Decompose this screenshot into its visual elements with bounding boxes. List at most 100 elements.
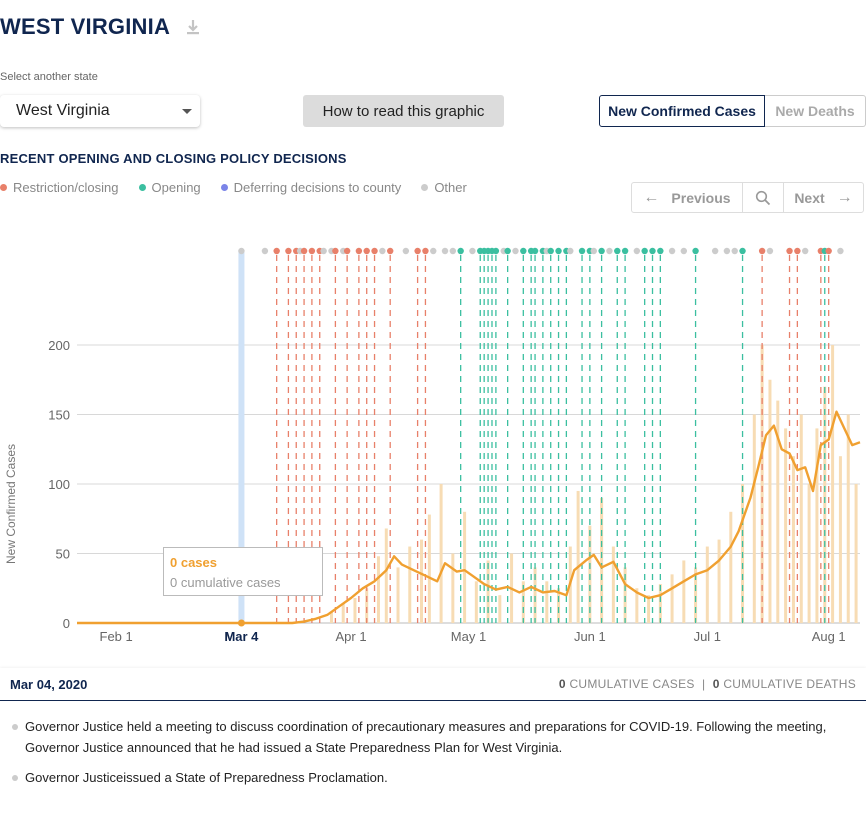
case-bar bbox=[408, 546, 412, 623]
case-bar bbox=[376, 556, 380, 623]
policy-marker bbox=[641, 247, 648, 255]
policy-marker bbox=[598, 247, 605, 255]
cases-chart[interactable]: 050100150200Feb 1 M Apr 1 May 1 Jun 1 Jul 1 Au… bbox=[0, 236, 866, 666]
case-bar bbox=[784, 428, 788, 623]
case-bar bbox=[463, 511, 467, 623]
policy-marker bbox=[786, 247, 793, 255]
legend-item-other: Other bbox=[421, 180, 467, 195]
policy-marker bbox=[657, 247, 664, 255]
bullet-icon bbox=[12, 724, 18, 730]
policy-marker bbox=[520, 247, 527, 255]
event-text: Governor Justice held a meeting to discu… bbox=[25, 719, 827, 755]
policy-marker bbox=[590, 247, 597, 255]
new-confirmed-cases-toggle[interactable]: New Confirmed Cases bbox=[599, 95, 765, 127]
selected-date-bar: Mar 04, 2020 0 CUMULATIVE CASES | 0 CUMU… bbox=[0, 668, 866, 701]
download-icon[interactable] bbox=[184, 17, 202, 37]
policy-marker bbox=[614, 247, 621, 255]
policy-marker bbox=[379, 247, 386, 255]
legend-label: Deferring decisions to county bbox=[233, 180, 402, 195]
legend-dot bbox=[220, 184, 228, 191]
y-tick-label: 200 bbox=[48, 338, 70, 353]
case-bar bbox=[384, 528, 388, 623]
policy-marker bbox=[457, 247, 464, 255]
x-tick-label: Apr 1 bbox=[336, 629, 367, 644]
policy-marker bbox=[261, 247, 269, 255]
legend-item-deferring: Deferring decisions to county bbox=[220, 180, 402, 195]
legend-dot bbox=[421, 184, 429, 191]
case-bar bbox=[576, 490, 580, 623]
policy-legend: Restriction/closing Opening Deferring de… bbox=[0, 180, 487, 195]
arrow-right-icon: → bbox=[836, 188, 853, 206]
state-select-value: West Virginia bbox=[16, 102, 110, 119]
case-bar bbox=[365, 588, 369, 623]
y-tick-label: 100 bbox=[48, 477, 70, 492]
event-item: Governor Justice held a meeting to discu… bbox=[0, 716, 866, 758]
y-tick-label: 0 bbox=[63, 616, 70, 631]
policy-marker bbox=[285, 247, 292, 255]
policy-marker bbox=[555, 247, 562, 255]
case-bar bbox=[807, 484, 811, 623]
bullet-icon bbox=[12, 775, 18, 781]
legend-label: Opening bbox=[151, 180, 201, 195]
policy-marker bbox=[567, 247, 574, 255]
how-to-read-button[interactable]: How to read this graphic bbox=[303, 95, 504, 127]
new-deaths-toggle[interactable]: New Deaths bbox=[765, 95, 866, 127]
cumulative-stats: 0 CUMULATIVE CASES | 0 CUMULATIVE DEATHS bbox=[559, 677, 856, 691]
next-label: Next bbox=[794, 189, 825, 206]
case-bar bbox=[647, 595, 651, 623]
separator: | bbox=[702, 677, 706, 691]
policy-marker bbox=[692, 247, 699, 255]
case-bar bbox=[791, 456, 795, 623]
cumulative-deaths-label: CUMULATIVE DEATHS bbox=[723, 677, 856, 691]
case-bar bbox=[396, 567, 400, 623]
case-bar bbox=[474, 581, 478, 623]
case-bar bbox=[799, 414, 803, 623]
policy-navigation: ← Previous Next → bbox=[631, 182, 864, 213]
policy-marker bbox=[531, 247, 539, 255]
event-list: Governor Justice held a meeting to discu… bbox=[0, 716, 866, 797]
case-bar bbox=[838, 456, 842, 623]
case-bar bbox=[498, 595, 502, 623]
case-bar bbox=[439, 484, 443, 623]
policy-marker bbox=[825, 247, 832, 255]
legend-label: Other bbox=[434, 180, 467, 195]
policy-marker bbox=[308, 247, 316, 255]
search-icon bbox=[755, 190, 771, 205]
chart-tooltip: 0 cases 0 cumulative cases bbox=[163, 547, 323, 596]
cumulative-cases-value: 0 bbox=[558, 677, 566, 691]
policy-marker bbox=[441, 247, 449, 255]
next-button[interactable]: Next → bbox=[784, 183, 863, 212]
case-bar bbox=[545, 581, 549, 623]
title-row: WEST VIRGINIA bbox=[0, 14, 202, 40]
policy-marker bbox=[606, 247, 613, 255]
x-tick-label: Jul 1 bbox=[694, 629, 721, 644]
previous-button[interactable]: ← Previous bbox=[632, 183, 743, 212]
search-button[interactable] bbox=[743, 183, 784, 212]
legend-label: Restriction/closing bbox=[13, 180, 119, 195]
case-bar bbox=[451, 553, 455, 623]
policy-marker bbox=[363, 247, 370, 255]
policy-marker bbox=[371, 247, 378, 255]
legend-item-opening: Opening bbox=[138, 180, 201, 195]
policy-marker bbox=[238, 247, 245, 255]
policy-marker bbox=[578, 247, 586, 255]
policy-heading: RECENT OPENING AND CLOSING POLICY DECISI… bbox=[0, 151, 347, 166]
policy-marker bbox=[449, 247, 457, 255]
x-tick-label: Aug 1 bbox=[812, 629, 846, 644]
select-state-label: Select another state bbox=[0, 71, 98, 83]
y-tick-label: 150 bbox=[48, 408, 70, 423]
policy-marker bbox=[711, 247, 719, 255]
y-tick-label: 50 bbox=[56, 547, 70, 562]
policy-marker bbox=[837, 247, 844, 255]
state-select[interactable]: West Virginia bbox=[0, 95, 200, 127]
policy-marker bbox=[680, 247, 688, 255]
legend-dot bbox=[138, 184, 146, 191]
case-bar bbox=[768, 379, 772, 623]
case-bar bbox=[752, 414, 756, 623]
policy-marker bbox=[731, 247, 738, 255]
policy-marker bbox=[414, 247, 421, 255]
state-title: WEST VIRGINIA bbox=[0, 14, 171, 39]
cumulative-deaths-value: 0 bbox=[712, 677, 720, 691]
case-bar bbox=[831, 345, 835, 623]
y-axis-label: New Confirmed Cases bbox=[4, 444, 18, 564]
